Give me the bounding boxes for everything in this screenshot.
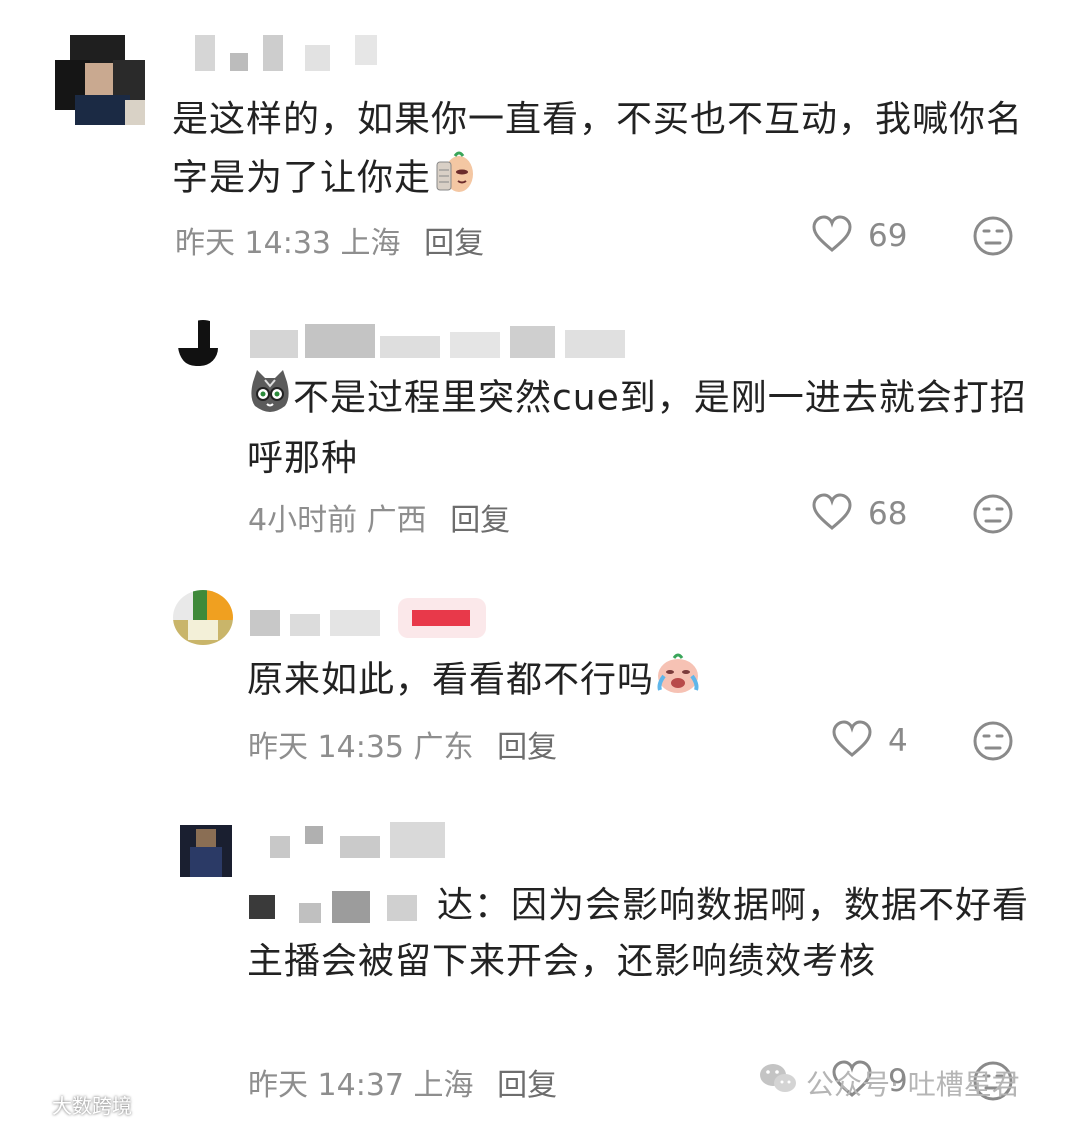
comment-text: 是这样的，如果你一直看，不买也不互动，我喊你名字是为了让你走: [172, 92, 1032, 211]
account-watermark-text: 公众号· 吐槽星君: [806, 1067, 1020, 1101]
logo-watermark-text: 大数跨境: [52, 1094, 132, 1118]
comment-3: 原来如此，看看都不行吗 昨天 14:35 广东 回复 4: [0, 580, 1080, 790]
comment-location: 上海: [413, 1068, 474, 1103]
like-control[interactable]: 69: [812, 215, 907, 257]
account-watermark: 公众号· 吐槽星君: [758, 1062, 1020, 1103]
avatar[interactable]: [173, 590, 233, 645]
comment-body: 原来如此，看看都不行吗: [247, 659, 655, 701]
chat-bubble-logo-icon: [8, 1090, 48, 1119]
comment-meta: 昨天 14:35 广东 回复: [248, 722, 557, 766]
wechat-icon: [758, 1062, 798, 1103]
like-count: 68: [868, 496, 908, 532]
comment-time: 昨天 14:35: [248, 730, 404, 765]
peach-cover-eyes-emoji-icon: [431, 148, 477, 211]
avatar[interactable]: [178, 320, 228, 370]
comment-meta: 昨天 14:37 上海 回复: [248, 1060, 557, 1104]
reply-button[interactable]: 回复: [497, 730, 557, 765]
avatar[interactable]: [180, 825, 232, 877]
like-control[interactable]: 68: [812, 493, 907, 535]
comment-text: 不是过程里突然cue到，是刚一进去就会打招呼那种: [247, 368, 1047, 487]
user-badge: [398, 598, 486, 638]
heart-icon[interactable]: [832, 720, 872, 762]
comment-body: 是这样的，如果你一直看，不买也不互动，我喊你名字是为了让你走: [172, 99, 1024, 199]
comment-meta: 4小时前 广西 回复: [248, 495, 510, 539]
heart-icon[interactable]: [812, 493, 852, 535]
username-blurred[interactable]: [270, 822, 460, 862]
like-count: 4: [888, 723, 908, 759]
comment-time: 昨天 14:37: [248, 1068, 404, 1103]
reply-button[interactable]: 回复: [497, 1068, 557, 1103]
comment-time: 昨天 14:33: [175, 226, 331, 261]
like-count: 69: [868, 218, 908, 254]
comment-meta: 昨天 14:33 上海 回复: [175, 218, 484, 262]
comment-location: 广西: [366, 503, 427, 538]
comment-text: 达：因为会影响数据啊，数据不好看主播会被留下来开会，还影响绩效考核: [247, 878, 1037, 990]
comment-text: 原来如此，看看都不行吗: [247, 650, 1047, 713]
dislike-face-icon[interactable]: [972, 720, 1014, 766]
username-blurred[interactable]: [195, 35, 395, 75]
logo-watermark: 大数跨境: [8, 1090, 132, 1119]
comment-1: 是这样的，如果你一直看，不买也不互动，我喊你名字是为了让你走 昨天 14:33 …: [0, 0, 1080, 290]
quoted-username-blurred[interactable]: [247, 889, 437, 925]
avatar[interactable]: [55, 35, 145, 125]
like-control[interactable]: 4: [832, 720, 908, 762]
heart-icon[interactable]: [812, 215, 852, 257]
username-blurred[interactable]: [250, 322, 630, 362]
reply-button[interactable]: 回复: [450, 503, 510, 538]
dislike-face-icon[interactable]: [972, 493, 1014, 539]
comment-time: 4小时前: [248, 503, 358, 538]
cat-emoji-icon: [247, 368, 293, 431]
comment-location: 广东: [413, 730, 474, 765]
comment-location: 上海: [340, 226, 401, 261]
quote-suffix: 达：: [437, 885, 512, 926]
reply-button[interactable]: 回复: [424, 226, 484, 261]
comment-2: 不是过程里突然cue到，是刚一进去就会打招呼那种 4小时前 广西 回复 68: [0, 300, 1080, 560]
comment-body: 不是过程里突然cue到，是刚一进去就会打招呼那种: [247, 377, 1027, 480]
crying-peach-emoji-icon: [654, 650, 702, 713]
dislike-face-icon[interactable]: [972, 215, 1014, 261]
